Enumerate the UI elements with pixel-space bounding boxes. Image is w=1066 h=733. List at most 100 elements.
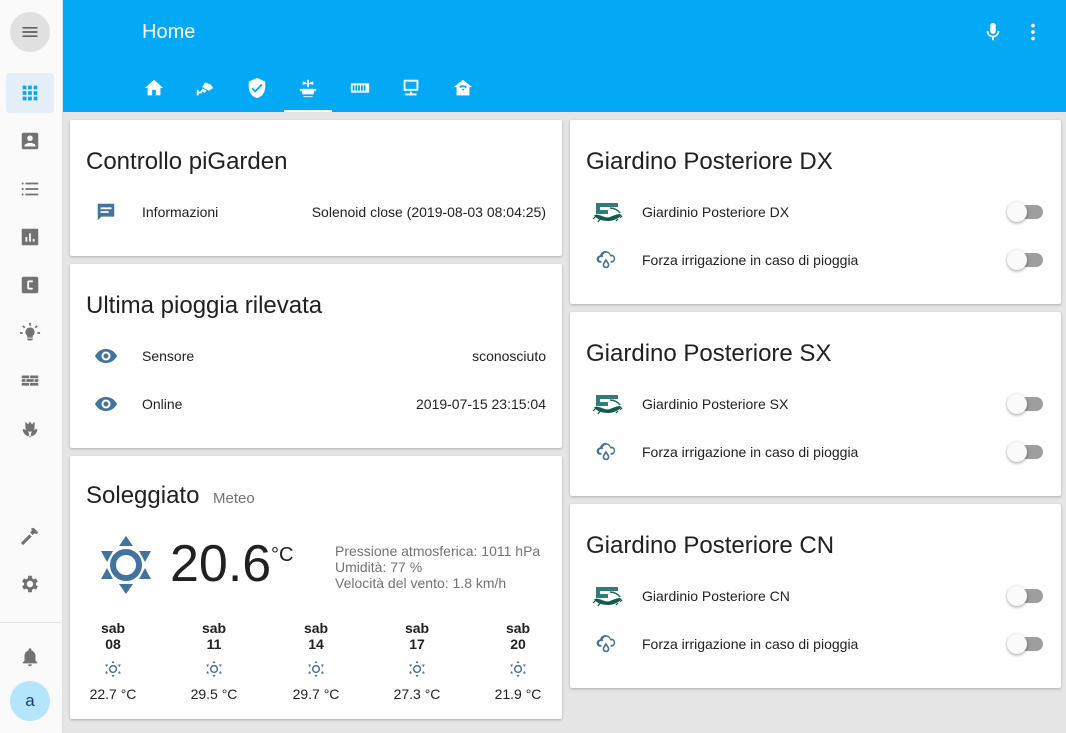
forecast-item: sab 11 29.5 °C xyxy=(184,620,244,702)
rain-switch[interactable] xyxy=(1007,250,1045,270)
card-title: Giardino Posteriore SX xyxy=(586,340,832,367)
weather-pouring-icon[interactable] xyxy=(594,248,618,272)
sprinkler-icon[interactable] xyxy=(590,200,624,224)
cctv-icon xyxy=(196,82,214,96)
tab-monitor[interactable] xyxy=(387,64,435,112)
forecast-date: 14 xyxy=(308,636,324,652)
message-icon[interactable] xyxy=(94,200,118,224)
forecast-day: sab xyxy=(201,620,227,636)
sidebar-item-settings[interactable] xyxy=(6,564,54,604)
row-name[interactable]: Informazioni xyxy=(142,204,218,220)
card-title: Ultima pioggia rilevata xyxy=(86,292,323,319)
weather-name: Meteo xyxy=(213,490,255,507)
row-name[interactable]: Sensore xyxy=(142,348,194,364)
card-controllo-pigarden: Controllo piGarden Informazioni Solenoid… xyxy=(70,120,562,256)
tab-garden[interactable] xyxy=(284,64,332,112)
monitor-icon xyxy=(403,79,419,96)
card-weather[interactable]: Soleggiato Meteo 20.6 °C Pressione atmos… xyxy=(70,456,562,719)
account-box-icon xyxy=(21,132,39,150)
flower-tulip-icon xyxy=(22,421,38,438)
home-wifi-icon xyxy=(453,79,473,96)
sidebar-item-flower[interactable] xyxy=(6,409,54,449)
avatar[interactable]: a xyxy=(10,681,50,721)
dots-vertical-icon xyxy=(1031,23,1035,41)
rain-switch[interactable] xyxy=(1007,634,1045,654)
forecast-temp: 21.9 °C xyxy=(494,686,542,702)
sunny-icon xyxy=(101,536,151,594)
forecast-temp: 29.7 °C xyxy=(292,686,340,702)
shield-check-icon xyxy=(248,77,266,99)
weather-pouring-icon[interactable] xyxy=(594,632,618,656)
tab-memory[interactable] xyxy=(336,64,384,112)
sunny-icon xyxy=(510,660,526,678)
sidebar-item-overview[interactable] xyxy=(6,73,54,113)
sunny-icon xyxy=(409,660,425,678)
tab-home-network[interactable] xyxy=(439,64,487,112)
sunny-icon xyxy=(105,660,121,678)
tab-security[interactable] xyxy=(233,64,281,112)
settings-icon xyxy=(22,575,38,593)
sidebar-item-logbook[interactable] xyxy=(6,169,54,209)
tab-home[interactable] xyxy=(130,64,178,112)
sidebar: a xyxy=(0,0,63,733)
card-zone-cn: Giardino Posteriore CN Giardinio Posteri… xyxy=(570,504,1061,688)
rain-switch[interactable] xyxy=(1007,442,1045,462)
menu-icon xyxy=(22,27,38,37)
forecast-date: 08 xyxy=(105,636,121,652)
weather-wind: Velocità del vento: 1.8 km/h xyxy=(335,575,507,591)
forecast-item: sab 17 27.3 °C xyxy=(387,620,447,702)
forecast-date: 20 xyxy=(510,636,526,652)
overflow-menu-button[interactable] xyxy=(1021,20,1045,44)
sunny-icon xyxy=(206,660,222,678)
app-header: Home xyxy=(63,0,1066,112)
list-icon xyxy=(21,182,39,196)
row-name[interactable]: Online xyxy=(142,396,182,412)
voice-button[interactable] xyxy=(981,20,1005,44)
tab-cctv[interactable] xyxy=(181,64,229,112)
zone-switch[interactable] xyxy=(1007,394,1045,414)
forecast-temp: 22.7 °C xyxy=(89,686,137,702)
row-name[interactable]: Forza irrigazione in caso di pioggia xyxy=(642,252,858,268)
weather-pouring-icon[interactable] xyxy=(594,440,618,464)
card-title: Giardino Posteriore CN xyxy=(586,532,835,559)
forecast-temp: 29.5 °C xyxy=(190,686,238,702)
row-name[interactable]: Forza irrigazione in caso di pioggia xyxy=(642,636,858,652)
weather-temperature: 20.6 xyxy=(170,535,272,593)
row-value: sconosciuto xyxy=(472,348,546,364)
sprinkler-icon[interactable] xyxy=(590,584,624,608)
card-zone-sx: Giardino Posteriore SX Giardinio Posteri… xyxy=(570,312,1061,496)
sidebar-item-c[interactable] xyxy=(6,265,54,305)
eye-icon[interactable] xyxy=(94,392,118,416)
forecast-item: sab 08 22.7 °C xyxy=(83,620,143,702)
sidebar-item-lights[interactable] xyxy=(6,313,54,353)
sidebar-divider xyxy=(0,622,63,623)
forecast-day: sab xyxy=(505,620,531,636)
card-title: Giardino Posteriore DX xyxy=(586,148,833,175)
sidebar-item-developer-tools[interactable] xyxy=(6,516,54,556)
weather-pressure: Pressione atmosferica: 1011 hPa xyxy=(335,543,541,559)
row-value: 2019-07-15 23:15:04 xyxy=(416,396,546,412)
fountain-icon xyxy=(299,79,317,98)
sidebar-item-map[interactable] xyxy=(6,121,54,161)
menu-button[interactable] xyxy=(10,12,50,52)
card-zone-dx: Giardino Posteriore DX Giardinio Posteri… xyxy=(570,120,1061,304)
sprinkler-icon[interactable] xyxy=(590,392,624,416)
sunny-icon xyxy=(308,660,324,678)
zone-switch[interactable] xyxy=(1007,202,1045,222)
lightbulb-icon xyxy=(19,322,41,341)
sidebar-item-notifications[interactable] xyxy=(6,637,54,677)
overview-icon xyxy=(22,85,38,101)
row-name[interactable]: Giardinio Posteriore SX xyxy=(642,396,788,412)
row-name[interactable]: Forza irrigazione in caso di pioggia xyxy=(642,444,858,460)
page-title: Home xyxy=(142,21,196,43)
sidebar-item-wall[interactable] xyxy=(6,361,54,401)
sidebar-item-history[interactable] xyxy=(6,217,54,257)
row-name[interactable]: Giardinio Posteriore DX xyxy=(642,204,789,220)
zone-switch[interactable] xyxy=(1007,586,1045,606)
row-name[interactable]: Giardinio Posteriore CN xyxy=(642,588,790,604)
alpha-c-box-icon xyxy=(21,276,39,294)
card-title: Controllo piGarden xyxy=(86,148,288,175)
forecast-temp: 27.3 °C xyxy=(393,686,441,702)
home-icon xyxy=(144,79,164,96)
eye-icon[interactable] xyxy=(94,344,118,368)
